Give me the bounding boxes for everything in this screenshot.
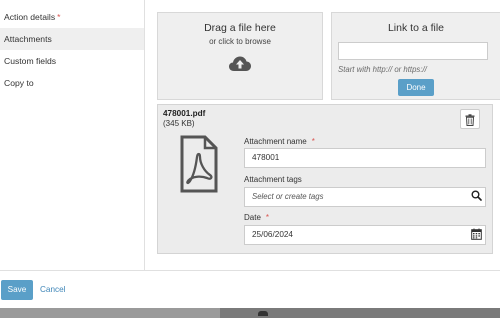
drop-zone-title: Drag a file here <box>204 22 276 34</box>
date-picker-button[interactable] <box>466 225 486 245</box>
cloud-upload-icon <box>228 55 252 74</box>
file-drop-zone[interactable]: Drag a file here or click to browse <box>157 12 323 100</box>
tags-search-button[interactable] <box>466 187 486 207</box>
file-name: 478001.pdf <box>163 109 206 118</box>
attachment-name-label: Attachment name * <box>244 137 315 146</box>
required-marker: * <box>57 12 61 22</box>
attachment-tags-input[interactable]: Select or create tags <box>244 187 486 207</box>
url-hint: Start with http:// or https:// <box>338 65 427 74</box>
date-field[interactable]: 25/06/2024 <box>244 225 486 245</box>
pdf-file-icon <box>180 135 218 195</box>
cancel-button[interactable]: Cancel <box>40 280 66 300</box>
sidebar-item-label: Action details <box>4 12 56 22</box>
done-button[interactable]: Done <box>398 79 434 96</box>
file-size: (345 KB) <box>163 119 195 128</box>
link-panel-title: Link to a file <box>387 22 445 34</box>
sidebar-item-action-details[interactable]: Action details * <box>0 6 144 28</box>
sidebar-item-label: Attachments <box>4 34 52 44</box>
sidebar-nav: Action details * Attachments Custom field… <box>0 0 145 270</box>
delete-attachment-button[interactable] <box>460 109 480 129</box>
file-url-input[interactable] <box>338 42 488 60</box>
background-strip-light <box>0 308 220 318</box>
sidebar-item-label: Custom fields <box>4 56 57 66</box>
attachment-card: 478001.pdf (345 KB) Attachment name * 47… <box>157 104 493 254</box>
background-mark <box>258 311 268 316</box>
drop-zone-subtitle: or click to browse <box>209 37 271 46</box>
link-to-file-panel: Link to a file Start with http:// or htt… <box>331 12 500 100</box>
attachment-tags-label: Attachment tags <box>244 175 302 184</box>
search-icon <box>471 190 482 203</box>
save-button[interactable]: Save <box>1 280 33 300</box>
dialog-footer: Save Cancel <box>0 270 500 308</box>
sidebar-item-attachments[interactable]: Attachments <box>0 28 144 50</box>
trash-icon <box>465 114 475 128</box>
attachments-panel: Drag a file here or click to browse Link… <box>145 0 500 270</box>
sidebar-item-copy-to[interactable]: Copy to <box>0 72 144 94</box>
attachment-name-field[interactable]: 478001 <box>244 148 486 168</box>
calendar-icon <box>470 228 482 242</box>
sidebar-item-custom-fields[interactable]: Custom fields <box>0 50 144 72</box>
sidebar-item-label: Copy to <box>4 78 34 88</box>
date-label: Date * <box>244 213 270 222</box>
